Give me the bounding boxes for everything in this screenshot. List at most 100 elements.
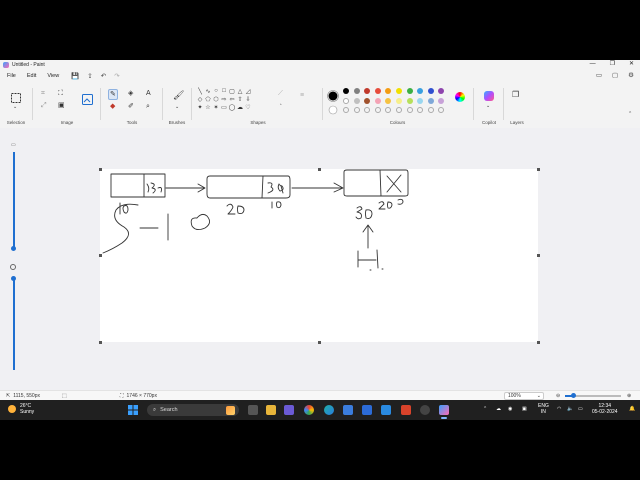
- taskbar-search[interactable]: ⌕ Search: [147, 404, 239, 416]
- menu-edit[interactable]: Edit: [27, 73, 36, 79]
- redo-icon[interactable]: ↷: [114, 72, 119, 80]
- line-shape-icon[interactable]: ╲: [196, 87, 204, 95]
- onedrive-icon[interactable]: ☁: [496, 406, 501, 412]
- colour-swatch[interactable]: [438, 88, 445, 94]
- teams-icon[interactable]: [284, 405, 294, 415]
- custom-colour-slot[interactable]: [417, 107, 424, 113]
- menu-file[interactable]: File: [7, 73, 16, 79]
- magnifier-icon[interactable]: ⌕: [146, 103, 150, 110]
- edit-colours-icon[interactable]: [455, 92, 465, 102]
- zoom-slider-knob[interactable]: [570, 393, 576, 398]
- custom-colour-slot[interactable]: [385, 107, 392, 113]
- secondary-colour-swatch[interactable]: [328, 105, 338, 115]
- rectangle-shape-icon[interactable]: □: [220, 87, 228, 95]
- color-picker-icon[interactable]: ✐: [128, 103, 134, 110]
- cocreate-icon[interactable]: ▭: [596, 71, 602, 81]
- mail-icon[interactable]: [362, 405, 372, 415]
- colour-swatch[interactable]: [427, 88, 434, 94]
- wifi-icon[interactable]: ◠: [557, 406, 561, 412]
- primary-colour-swatch[interactable]: [327, 90, 339, 102]
- zoom-vertical-slider[interactable]: ▭: [8, 138, 20, 378]
- callout-cloud-shape-icon[interactable]: ☁: [236, 103, 244, 111]
- file-explorer-icon[interactable]: [266, 405, 276, 415]
- colour-swatch[interactable]: [438, 97, 445, 104]
- comment-icon[interactable]: ▢: [612, 71, 618, 81]
- colour-swatch[interactable]: [417, 97, 424, 104]
- rounded-rect-shape-icon[interactable]: ▢: [228, 87, 236, 95]
- chevron-down-icon[interactable]: ⌄: [13, 105, 17, 110]
- shape-fill-icon[interactable]: ◔: [278, 102, 282, 109]
- copilot-icon[interactable]: [484, 91, 494, 101]
- rotate-icon[interactable]: ⛶: [58, 90, 63, 97]
- tray-app-icon[interactable]: ▣: [522, 406, 527, 412]
- close-button[interactable]: ✕: [629, 60, 634, 69]
- up-arrow-shape-icon[interactable]: ⇧: [236, 95, 244, 103]
- share-icon[interactable]: ⇪: [87, 72, 92, 80]
- right-arrow-shape-icon[interactable]: ⇨: [220, 95, 228, 103]
- powerpoint-icon[interactable]: [401, 405, 411, 415]
- eraser-icon[interactable]: ◆: [110, 103, 115, 110]
- star4-shape-icon[interactable]: ✦: [196, 103, 204, 111]
- selection-icon[interactable]: [11, 93, 21, 103]
- image-select-icon[interactable]: ▣: [58, 102, 65, 109]
- outline-icon[interactable]: ⟋: [278, 90, 283, 97]
- oval-shape-icon[interactable]: ○: [212, 87, 220, 95]
- colour-swatch[interactable]: [374, 88, 381, 94]
- canvas-area[interactable]: ▭: [0, 128, 640, 390]
- colour-swatch[interactable]: [364, 97, 371, 104]
- zoom-dropdown[interactable]: 100% ⌄: [504, 392, 544, 400]
- colour-swatch[interactable]: [395, 88, 402, 94]
- pencil-icon[interactable]: ✎: [108, 89, 118, 100]
- pentagon-shape-icon[interactable]: ⬠: [204, 95, 212, 103]
- stroke-size-icon[interactable]: ≡: [300, 92, 304, 99]
- security-icon[interactable]: ◉: [508, 406, 512, 412]
- paint-taskbar-icon[interactable]: [439, 405, 449, 415]
- down-arrow-shape-icon[interactable]: ⇩: [244, 95, 252, 103]
- brush-icon[interactable]: 🖌: [173, 91, 184, 100]
- zoom-out-icon[interactable]: ⊖: [556, 393, 560, 399]
- crop-icon[interactable]: ⌗: [41, 90, 45, 97]
- colour-swatch[interactable]: [385, 88, 392, 94]
- colour-swatch[interactable]: [427, 97, 434, 104]
- minimize-button[interactable]: —: [590, 60, 596, 69]
- task-view-icon[interactable]: [248, 405, 258, 415]
- colour-swatch[interactable]: [353, 97, 360, 104]
- colour-swatch[interactable]: [374, 97, 381, 104]
- custom-colour-slot[interactable]: [427, 107, 434, 113]
- maximize-button[interactable]: ❐: [610, 60, 615, 69]
- colour-swatch[interactable]: [343, 88, 349, 94]
- colour-swatch[interactable]: [406, 88, 413, 94]
- volume-icon[interactable]: 🔈: [567, 406, 573, 412]
- notification-icon[interactable]: 🔔: [629, 406, 635, 412]
- weather-widget[interactable]: 26°C Sunny: [8, 403, 34, 415]
- settings-icon[interactable]: ⚙: [628, 71, 634, 81]
- colour-swatch[interactable]: [417, 88, 424, 94]
- custom-colour-slot[interactable]: [395, 107, 402, 113]
- custom-colour-slot[interactable]: [343, 107, 349, 113]
- custom-colour-slot[interactable]: [438, 107, 445, 113]
- curve-shape-icon[interactable]: ∿: [204, 87, 212, 95]
- clock[interactable]: 12:34 05-02-2024: [592, 403, 618, 415]
- vscode-icon[interactable]: [381, 405, 391, 415]
- undo-icon[interactable]: ↶: [101, 72, 106, 80]
- battery-icon[interactable]: ▭: [578, 406, 583, 412]
- diamond-shape-icon[interactable]: ◇: [196, 95, 204, 103]
- chevron-down-icon[interactable]: ⌄: [486, 104, 490, 109]
- colour-swatch[interactable]: [406, 97, 413, 104]
- menu-view[interactable]: View: [47, 73, 59, 79]
- colour-swatch[interactable]: [364, 88, 371, 94]
- zoom-slider[interactable]: [565, 393, 621, 398]
- store-icon[interactable]: [343, 405, 353, 415]
- tray-overflow-icon[interactable]: ⌃: [483, 406, 487, 412]
- star6-shape-icon[interactable]: ✶: [212, 103, 220, 111]
- slider-knob-upper[interactable]: [11, 246, 16, 251]
- obs-icon[interactable]: [420, 405, 430, 415]
- edge-icon[interactable]: [324, 405, 334, 415]
- layers-icon[interactable]: ❐: [512, 91, 519, 99]
- save-icon[interactable]: 💾: [71, 72, 79, 80]
- chrome-icon[interactable]: [304, 405, 314, 415]
- triangle-shape-icon[interactable]: △: [236, 87, 244, 95]
- resize-icon[interactable]: ⤢: [41, 102, 47, 109]
- hexagon-shape-icon[interactable]: ⬡: [212, 95, 220, 103]
- chevron-down-icon[interactable]: ⌄: [175, 105, 179, 110]
